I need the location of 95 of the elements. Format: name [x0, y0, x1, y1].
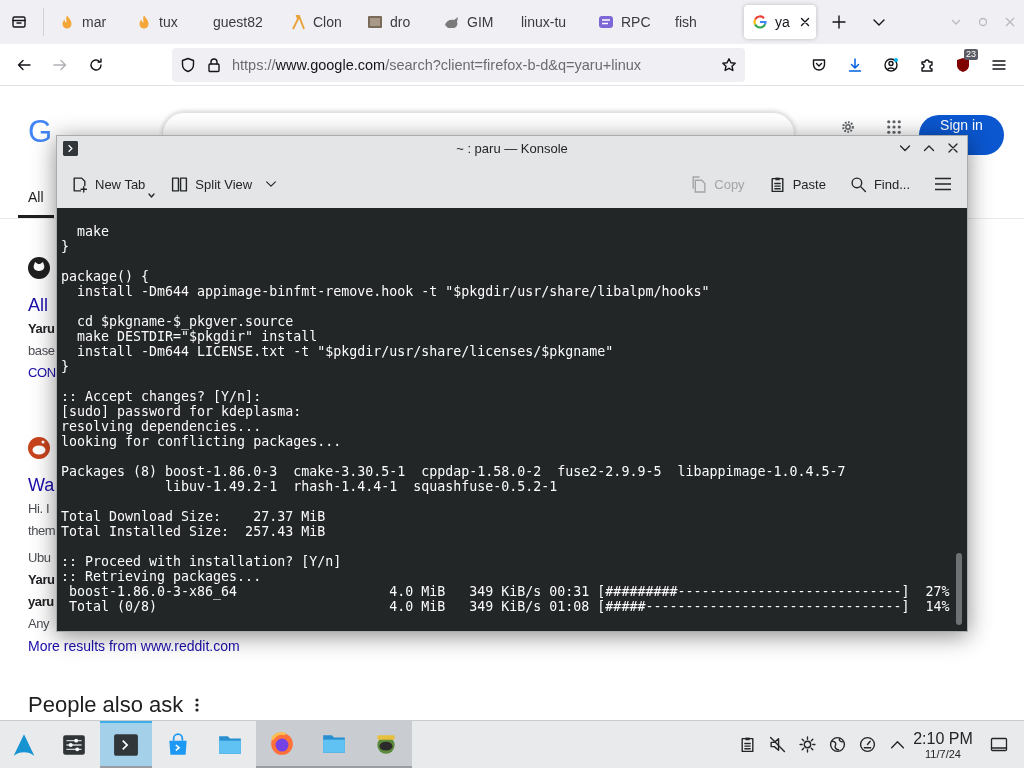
- gear-icon[interactable]: [841, 120, 855, 134]
- terminal-line: :: Retrieving packages...: [61, 569, 263, 584]
- task-button[interactable]: [100, 721, 152, 768]
- result-text: them: [28, 522, 56, 540]
- download-icon[interactable]: [847, 56, 863, 73]
- task-button[interactable]: [360, 721, 412, 768]
- search-tab[interactable]: All: [18, 189, 54, 218]
- find-button[interactable]: Find...: [843, 168, 916, 200]
- new-tab-button[interactable]: New Tab: [65, 168, 162, 200]
- clipboard-icon: [768, 175, 786, 193]
- notification-badge: 23: [964, 48, 978, 60]
- result-title[interactable]: Wa: [28, 472, 55, 498]
- browser-tab[interactable]: guest82: [205, 5, 282, 39]
- show-desktop-icon[interactable]: [990, 735, 1008, 754]
- browser-tab[interactable]: tux: [128, 5, 205, 39]
- terminal[interactable]: [57, 208, 967, 631]
- caret-icon: [148, 193, 156, 198]
- result-text: Yaru: [28, 571, 55, 589]
- gauge-icon[interactable]: [858, 736, 876, 753]
- alien-head-icon: [28, 437, 50, 459]
- terminal-line: }: [61, 239, 70, 254]
- result-text: Ubu: [28, 549, 51, 567]
- address-bar[interactable]: https://www.google.com/search?client=firefox-b-d&q=yaru+linux: [172, 47, 745, 82]
- apps-grid-icon[interactable]: [887, 120, 901, 134]
- terminal-line: make: [76, 224, 111, 239]
- star-icon[interactable]: [721, 56, 737, 73]
- puzzle-icon[interactable]: [919, 56, 935, 73]
- letter-g-icon: [752, 14, 768, 30]
- terminal-line: }: [61, 359, 70, 374]
- plus-icon[interactable]: [831, 14, 847, 30]
- browser-tab[interactable]: mar: [51, 5, 128, 39]
- browser-tab[interactable]: RPC: [590, 5, 667, 39]
- terminal-line: :: Proceed with installation? [Y/n]: [61, 554, 343, 569]
- section-heading: People also ask: [28, 693, 184, 717]
- more-results-link[interactable]: More results from www.reddit.com: [28, 635, 240, 657]
- reload-icon[interactable]: [88, 56, 104, 73]
- brightness-icon[interactable]: [798, 736, 816, 753]
- clock[interactable]: 2:10 PM 11/7/24: [912, 729, 974, 760]
- animal-icon: [444, 14, 460, 30]
- terminal-line: make DESTDIR="$pkgdir" install: [76, 329, 319, 344]
- result-text: yaru: [28, 593, 54, 611]
- lambda-icon: [290, 14, 306, 30]
- logo: G: [28, 114, 52, 150]
- shield-icon[interactable]: [955, 56, 971, 73]
- paste-button[interactable]: Paste: [762, 168, 832, 200]
- browser-icon: [269, 730, 295, 757]
- browser-tab[interactable]: fish: [667, 5, 744, 39]
- search-icon: [849, 175, 867, 193]
- browser-tab[interactable]: Clon: [282, 5, 359, 39]
- browser-tab[interactable]: GIM: [436, 5, 513, 39]
- scrollbar[interactable]: [956, 553, 962, 625]
- clock-date: 11/7/24: [925, 747, 961, 760]
- terminal-line: libuv-1.49.2-1 rhash-1.4.4-1 squashfuse-0.5.2-1: [164, 479, 559, 494]
- terminal-line: install -Dm644 appimage-binfmt-remove.hook -t "$pkgdir/usr/share/libalpm/hooks": [76, 284, 711, 299]
- terminal-line: Packages (8) boost-1.86.0-3 cmake-3.30.5-1 cppdap-1.58.0-2 fuse2-2.9.9-5 libappimage-1.0.4.5-7: [61, 464, 847, 479]
- terminal-line: resolving dependencies...: [61, 419, 263, 434]
- tab-list-icon[interactable]: [11, 14, 27, 30]
- account-icon[interactable]: [883, 56, 899, 73]
- image-icon: [367, 14, 383, 30]
- shield-icon[interactable]: [180, 56, 196, 73]
- terminal-line: looking for conflicting packages...: [61, 434, 343, 449]
- terminal-line: :: Accept changes? [Y/n]:: [61, 389, 263, 404]
- clock-time: 2:10 PM: [913, 729, 973, 748]
- cat-icon: [28, 257, 50, 279]
- terminal-line: Total Installed Size: 257.43 MiB: [61, 524, 327, 539]
- terminal-line: cd $pkgname-$_pkgver.source: [76, 314, 294, 329]
- window-title: ~ : paru — Konsole: [456, 140, 568, 156]
- terminal-line: Total Download Size: 27.37 MiB: [61, 509, 327, 524]
- new-tab-icon: [71, 175, 88, 193]
- result-text: Any: [28, 615, 50, 633]
- menu-icon[interactable]: [934, 175, 952, 193]
- browser-tab[interactable]: ya: [744, 5, 816, 39]
- copy-icon: [690, 175, 708, 193]
- url-text: https://www.google.com/search?client=firefox-b-d&q=yaru+linux: [232, 56, 642, 73]
- muted-speaker-icon[interactable]: [768, 736, 786, 753]
- document-icon: [598, 14, 614, 30]
- terminal-icon: [113, 731, 139, 758]
- terminal-line: package() {: [61, 269, 151, 284]
- result-text: Hi. I: [28, 500, 50, 518]
- split-view-icon: [171, 175, 189, 193]
- terminal-icon: [63, 140, 78, 156]
- pocket-icon[interactable]: [811, 56, 827, 73]
- terminal-line: install -Dm644 LICENSE.txt -t "$pkgdir/usr/share/licenses/$pkgname": [76, 344, 615, 359]
- browser-tab[interactable]: linux-tu: [513, 5, 590, 39]
- browser-tab[interactable]: dro: [359, 5, 436, 39]
- network-icon[interactable]: [828, 736, 846, 753]
- terminal-line: [sudo] password for kdeplasma:: [61, 404, 303, 419]
- result-link[interactable]: CON: [28, 362, 56, 384]
- result-text: Yaru: [28, 320, 55, 338]
- split-view-button[interactable]: Split View: [165, 168, 259, 200]
- result-title[interactable]: All: [28, 292, 48, 318]
- lock-icon[interactable]: [206, 56, 222, 73]
- more-options-icon[interactable]: [195, 697, 200, 713]
- clipboard-icon[interactable]: [738, 736, 756, 753]
- result-text: base: [28, 342, 55, 360]
